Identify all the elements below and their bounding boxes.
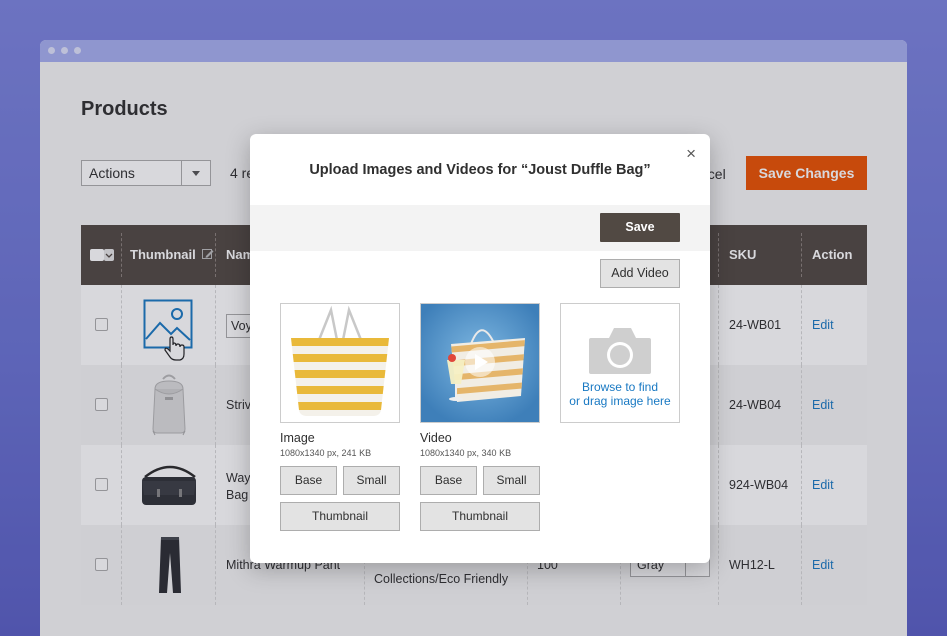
- beach-bag-video-image[interactable]: [421, 304, 539, 422]
- media-meta: 1080x1340 px, 340 KB: [420, 448, 512, 458]
- thumbnail-role-button[interactable]: Thumbnail: [420, 502, 540, 531]
- video-thumbnail[interactable]: [420, 303, 540, 423]
- upload-instructions[interactable]: Browse to find or drag image here: [561, 380, 679, 408]
- small-role-button[interactable]: Small: [343, 466, 400, 495]
- base-role-button[interactable]: Base: [420, 466, 477, 495]
- media-item-video: Video 1080x1340 px, 340 KB Base Small Th…: [420, 303, 540, 532]
- modal-title: Upload Images and Videos for “Joust Duff…: [309, 162, 651, 178]
- media-role-label: Image: [280, 431, 315, 445]
- save-button[interactable]: Save: [600, 213, 680, 242]
- role-buttons: Base Small Thumbnail: [420, 466, 540, 532]
- role-buttons: Base Small Thumbnail: [280, 466, 400, 532]
- image-thumbnail[interactable]: [280, 303, 400, 423]
- upload-line2[interactable]: or drag image here: [561, 394, 679, 408]
- base-role-button[interactable]: Base: [280, 466, 337, 495]
- upload-media-modal: Upload Images and Videos for “Joust Duff…: [250, 134, 710, 563]
- media-role-label: Video: [420, 431, 452, 445]
- thumbnail-role-button[interactable]: Thumbnail: [280, 502, 400, 531]
- image-upload-dropzone[interactable]: Browse to find or drag image here: [560, 303, 680, 423]
- close-icon[interactable]: ×: [686, 145, 696, 162]
- add-video-button[interactable]: Add Video: [600, 259, 680, 288]
- tote-bag-image[interactable]: [281, 304, 399, 422]
- media-item-image: Image 1080x1340 px, 241 KB Base Small Th…: [280, 303, 400, 532]
- upload-line1[interactable]: Browse to find: [561, 380, 679, 394]
- modal-action-bar: Save: [250, 205, 710, 251]
- small-role-button[interactable]: Small: [483, 466, 540, 495]
- camera-icon: [589, 328, 651, 374]
- media-meta: 1080x1340 px, 241 KB: [280, 448, 372, 458]
